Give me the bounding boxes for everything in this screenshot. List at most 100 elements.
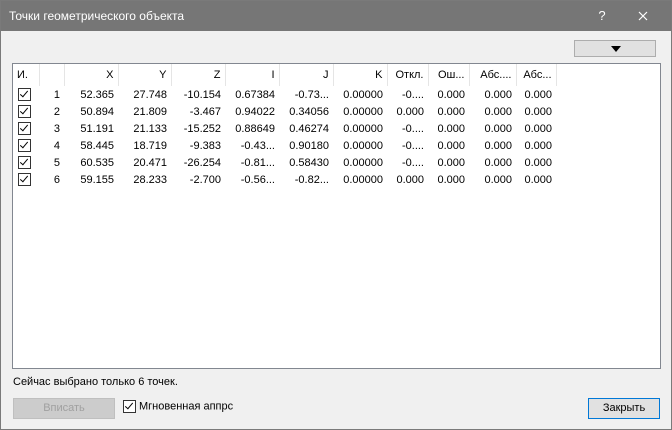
table-cell-num: 5	[53, 156, 60, 169]
table-cell-i: -0.81...	[240, 156, 275, 169]
table-cell-k: 0.00000	[343, 88, 383, 101]
options-dropdown-button[interactable]	[574, 40, 656, 57]
table-cell-j: 0.58430	[289, 156, 329, 169]
table-cell-abs2: 0.000	[524, 88, 552, 101]
status-text: Сейчас выбрано только 6 точек.	[13, 376, 178, 388]
close-icon	[638, 11, 648, 21]
table-cell-x: 58.445	[80, 139, 114, 152]
table-row[interactable]: 3 51.191 21.133 -15.252 0.88649 0.46274 0.000 0…	[13, 120, 556, 137]
table-cell-abs1: 0.000	[484, 139, 512, 152]
table-cell-abs2: 0.000	[524, 139, 552, 152]
table-row[interactable]: 4 58.445 18.719 -9.383 -0.43... 0.90180 0.0000…	[13, 137, 556, 154]
table-cell-y: 28.233	[133, 173, 167, 186]
table-cell-err: 0.000	[437, 105, 465, 118]
table-cell-abs1: 0.000	[484, 105, 512, 118]
table-cell-j: 0.34056	[289, 105, 329, 118]
table-row[interactable]: 5 60.535 20.471 -26.254 -0.81... 0.58430 0.000…	[13, 154, 556, 171]
table-cell-z: -3.467	[189, 105, 221, 118]
table-cell-i: 0.88649	[235, 122, 275, 135]
table-row[interactable]: 2 50.894 21.809 -3.467 0.94022 0.34056 0.00000…	[13, 103, 556, 120]
table-cell-err: 0.000	[437, 122, 465, 135]
table-cell-abs2: 0.000	[524, 173, 552, 186]
help-button[interactable]: ?	[591, 6, 613, 26]
table-cell-num: 3	[53, 122, 60, 135]
table-row[interactable]: 1 52.365 27.748 -10.154 0.67384 -0.73... 0.000…	[13, 86, 556, 103]
table-cell-x: 52.365	[80, 88, 114, 101]
column-header-k[interactable]: K	[333, 64, 388, 86]
table-cell-z: -9.383	[189, 139, 221, 152]
table-cell-i: -0.56...	[240, 173, 275, 186]
table-cell-j: -0.82...	[294, 173, 329, 186]
points-table[interactable]: И. X Y Z I J K Откл. Ош... Абс.... Абс..…	[12, 63, 661, 369]
table-cell-x: 50.894	[80, 105, 114, 118]
table-cell-i: 0.94022	[235, 105, 275, 118]
table-row[interactable]: 6 59.155 28.233 -2.700 -0.56... -0.82... 0.000…	[13, 171, 556, 188]
column-header-abs-2[interactable]: Абс...	[516, 64, 557, 86]
table-cell-y: 20.471	[133, 156, 167, 169]
window-title: Точки геометрического объекта	[9, 9, 185, 23]
instant-fit-checkbox[interactable]: Мгновенная аппрс	[123, 400, 233, 413]
column-header-index[interactable]: И.	[13, 64, 40, 86]
table-cell-dev: 0.000	[396, 173, 424, 186]
row-checkbox[interactable]	[18, 139, 31, 152]
table-cell-x: 59.155	[80, 173, 114, 186]
row-checkbox[interactable]	[18, 156, 31, 169]
row-checkbox[interactable]	[18, 88, 31, 101]
table-cell-x: 51.191	[80, 122, 114, 135]
table-cell-err: 0.000	[437, 88, 465, 101]
table-cell-err: 0.000	[437, 156, 465, 169]
row-checkbox-cell	[13, 154, 39, 171]
table-cell-y: 27.748	[133, 88, 167, 101]
table-header-row: И. X Y Z I J K Откл. Ош... Абс.... Абс..…	[13, 64, 557, 86]
close-window-button[interactable]	[629, 6, 657, 26]
table-cell-k: 0.00000	[343, 156, 383, 169]
table-cell-err: 0.000	[437, 173, 465, 186]
row-checkbox-cell	[13, 103, 39, 120]
table-cell-j: -0.73...	[294, 88, 329, 101]
dialog-window: Точки геометрического объекта ? И. X Y Z…	[0, 0, 672, 430]
column-header-j[interactable]: J	[279, 64, 334, 86]
column-header-z[interactable]: Z	[171, 64, 226, 86]
insert-button[interactable]: Вписать	[13, 398, 115, 419]
table-cell-err: 0.000	[437, 139, 465, 152]
table-cell-z: -2.700	[189, 173, 221, 186]
table-cell-abs1: 0.000	[484, 88, 512, 101]
title-bar: Точки геометрического объекта ?	[1, 1, 671, 31]
table-cell-i: -0.43...	[240, 139, 275, 152]
table-cell-dev: 0.000	[396, 105, 424, 118]
table-cell-abs2: 0.000	[524, 122, 552, 135]
close-button[interactable]: Закрыть	[588, 398, 660, 419]
column-header-x[interactable]: X	[64, 64, 119, 86]
table-cell-y: 21.809	[133, 105, 167, 118]
row-checkbox-cell	[13, 86, 39, 103]
column-header-y[interactable]: Y	[118, 64, 172, 86]
column-header-number[interactable]	[39, 64, 65, 86]
table-cell-k: 0.00000	[343, 105, 383, 118]
table-cell-z: -15.252	[183, 122, 221, 135]
table-cell-abs1: 0.000	[484, 122, 512, 135]
table-cell-num: 1	[53, 88, 60, 101]
row-checkbox-cell	[13, 171, 39, 188]
triangle-down-icon	[611, 46, 621, 52]
table-cell-y: 21.133	[133, 122, 167, 135]
table-cell-z: -26.254	[183, 156, 221, 169]
table-cell-y: 18.719	[133, 139, 167, 152]
row-checkbox[interactable]	[18, 105, 31, 118]
table-cell-z: -10.154	[183, 88, 221, 101]
table-cell-num: 6	[53, 173, 60, 186]
table-cell-abs1: 0.000	[484, 173, 512, 186]
column-header-deviation[interactable]: Откл.	[387, 64, 429, 86]
table-cell-num: 4	[53, 139, 60, 152]
table-cell-j: 0.46274	[289, 122, 329, 135]
column-header-abs-1[interactable]: Абс....	[469, 64, 517, 86]
row-checkbox[interactable]	[18, 173, 31, 186]
table-cell-abs1: 0.000	[484, 156, 512, 169]
table-cell-abs2: 0.000	[524, 105, 552, 118]
row-checkbox[interactable]	[18, 122, 31, 135]
column-header-error[interactable]: Ош...	[428, 64, 470, 86]
column-header-i[interactable]: I	[225, 64, 280, 86]
table-cell-k: 0.00000	[343, 139, 383, 152]
checkbox-checked-icon[interactable]	[123, 400, 136, 413]
table-cell-dev: -0....	[401, 122, 424, 135]
table-cell-dev: -0....	[401, 88, 424, 101]
